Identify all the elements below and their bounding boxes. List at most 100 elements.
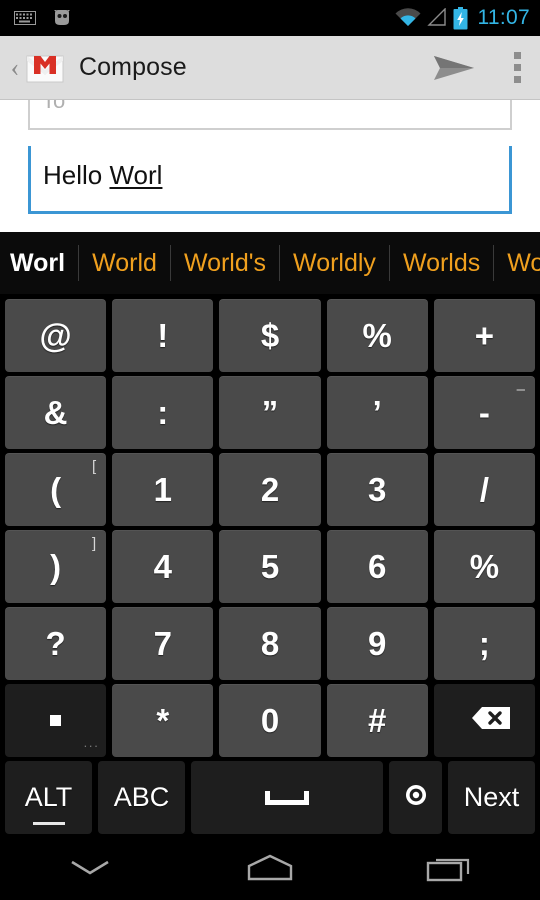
key-ampersand[interactable]: & xyxy=(5,376,107,449)
key-label: ” xyxy=(261,394,279,431)
key-asterisk[interactable]: * xyxy=(112,684,214,757)
key-label: ABC xyxy=(113,782,170,812)
key-hint-label: ] xyxy=(92,535,97,552)
key-label: 2 xyxy=(260,471,280,508)
key-label: ) xyxy=(50,548,62,585)
wifi-icon xyxy=(395,8,421,28)
key-alt[interactable]: ALT xyxy=(5,761,93,834)
gmail-icon[interactable] xyxy=(25,52,65,84)
key-apostrophe[interactable]: ’ xyxy=(326,376,428,449)
key-percent[interactable]: % xyxy=(326,299,428,372)
suggestion-typed[interactable]: Worl xyxy=(0,232,78,294)
key-semicolon[interactable]: ; xyxy=(433,607,536,680)
key-7[interactable]: 7 xyxy=(112,607,214,680)
key-5[interactable]: 5 xyxy=(219,530,321,603)
suggestion-item[interactable]: World's xyxy=(171,232,279,294)
key-9[interactable]: 9 xyxy=(326,607,428,680)
key-space[interactable] xyxy=(191,761,384,834)
subject-field-value: Hello Worl xyxy=(43,160,162,191)
key-period[interactable]: ··· xyxy=(5,684,107,757)
keyboard-icon xyxy=(14,11,36,25)
key-hint-label: [ xyxy=(92,458,97,475)
key-dollar[interactable]: $ xyxy=(219,299,321,372)
key-label: Next xyxy=(463,782,520,812)
key-question[interactable]: ? xyxy=(5,607,107,680)
back-chevron-icon[interactable]: ‹ xyxy=(6,54,24,81)
on-screen-keyboard: @ ! $ % + & : ” ’ – - [ ( 1 2 3 /]) 4 … xyxy=(0,294,540,840)
overflow-menu-icon[interactable] xyxy=(502,48,532,88)
key-label: & xyxy=(43,394,68,431)
suggestion-item[interactable]: World xyxy=(79,232,170,294)
key-slash[interactable]: / xyxy=(433,453,536,526)
key-label: 3 xyxy=(368,471,387,508)
key-at[interactable]: @ xyxy=(5,299,107,372)
key-3[interactable]: 3 xyxy=(326,453,428,526)
key-label: # xyxy=(368,702,387,739)
period-dot-icon xyxy=(50,715,62,726)
key-voice-input[interactable] xyxy=(389,761,442,834)
to-field-value: To xyxy=(42,100,66,113)
chevron-down-icon xyxy=(68,856,112,885)
home-button[interactable] xyxy=(180,840,360,900)
key-hash[interactable]: # xyxy=(326,684,428,757)
subject-text-plain: Hello xyxy=(43,160,110,190)
to-field[interactable]: To xyxy=(28,100,512,130)
key-label: 9 xyxy=(368,625,387,662)
keyboard-row-bottom: ALT ABC Next xyxy=(2,759,538,836)
key-8[interactable]: 8 xyxy=(219,607,321,680)
key-label: $ xyxy=(260,317,280,354)
key-hint-label: – xyxy=(516,381,526,398)
keyboard-row: [ ( 1 2 3 / xyxy=(2,451,538,528)
key-label: 6 xyxy=(368,548,387,585)
key-label: ( xyxy=(50,471,62,508)
key-percent-2[interactable]: % xyxy=(433,530,536,603)
subject-text-composing: Worl xyxy=(109,160,163,190)
keyboard-row: ··· * 0 # xyxy=(2,682,538,759)
key-1[interactable]: 1 xyxy=(112,453,214,526)
status-bar-clock: 11:07 xyxy=(477,6,530,29)
key-next[interactable]: Next xyxy=(447,761,535,834)
key-2[interactable]: 2 xyxy=(219,453,321,526)
key-label: 7 xyxy=(153,625,172,662)
voice-input-icon xyxy=(401,780,431,815)
subject-field[interactable]: Hello Worl xyxy=(28,146,512,214)
key-double-quote[interactable]: ” xyxy=(219,376,321,449)
status-bar: 11:07 xyxy=(0,0,540,36)
suggestion-item[interactable]: Worldly xyxy=(280,232,389,294)
alt-key-underline xyxy=(32,822,65,825)
suggestion-item[interactable]: Worlds xyxy=(390,232,493,294)
key-label: % xyxy=(362,317,392,354)
key-label: * xyxy=(156,702,170,739)
overflow-dot xyxy=(513,76,521,83)
key-label: 8 xyxy=(260,625,280,662)
action-bar: ‹ Compose xyxy=(0,36,540,100)
key-label: % xyxy=(469,548,500,585)
key-exclamation[interactable]: ! xyxy=(112,299,214,372)
overflow-dot xyxy=(513,64,521,71)
key-0[interactable]: 0 xyxy=(219,684,321,757)
key-label: ? xyxy=(45,625,66,662)
key-close-paren[interactable]: ] ) xyxy=(5,530,107,603)
key-plus[interactable]: + xyxy=(433,299,536,372)
hide-keyboard-button[interactable] xyxy=(0,840,180,900)
space-glyph-icon xyxy=(265,790,310,805)
key-label: ’ xyxy=(372,394,382,431)
send-button[interactable] xyxy=(426,46,482,90)
key-label: 1 xyxy=(153,471,172,508)
signal-icon xyxy=(426,7,447,28)
keyboard-row: ? 7 8 9 ; xyxy=(2,605,538,682)
page-title: Compose xyxy=(79,53,187,81)
suggestion-item[interactable]: Worldwide xyxy=(494,232,540,294)
status-bar-right-icons: 11:07 xyxy=(395,6,531,30)
recents-icon xyxy=(424,853,476,888)
key-6[interactable]: 6 xyxy=(326,530,428,603)
recents-button[interactable] xyxy=(360,840,540,900)
key-abc-mode[interactable]: ABC xyxy=(98,761,186,834)
key-backspace[interactable] xyxy=(433,684,536,757)
keyboard-row: @ ! $ % + xyxy=(2,297,538,374)
key-hyphen[interactable]: – - xyxy=(433,376,536,449)
key-colon[interactable]: : xyxy=(112,376,214,449)
key-4[interactable]: 4 xyxy=(112,530,214,603)
key-label: 0 xyxy=(260,702,280,739)
key-open-paren[interactable]: [ ( xyxy=(5,453,107,526)
